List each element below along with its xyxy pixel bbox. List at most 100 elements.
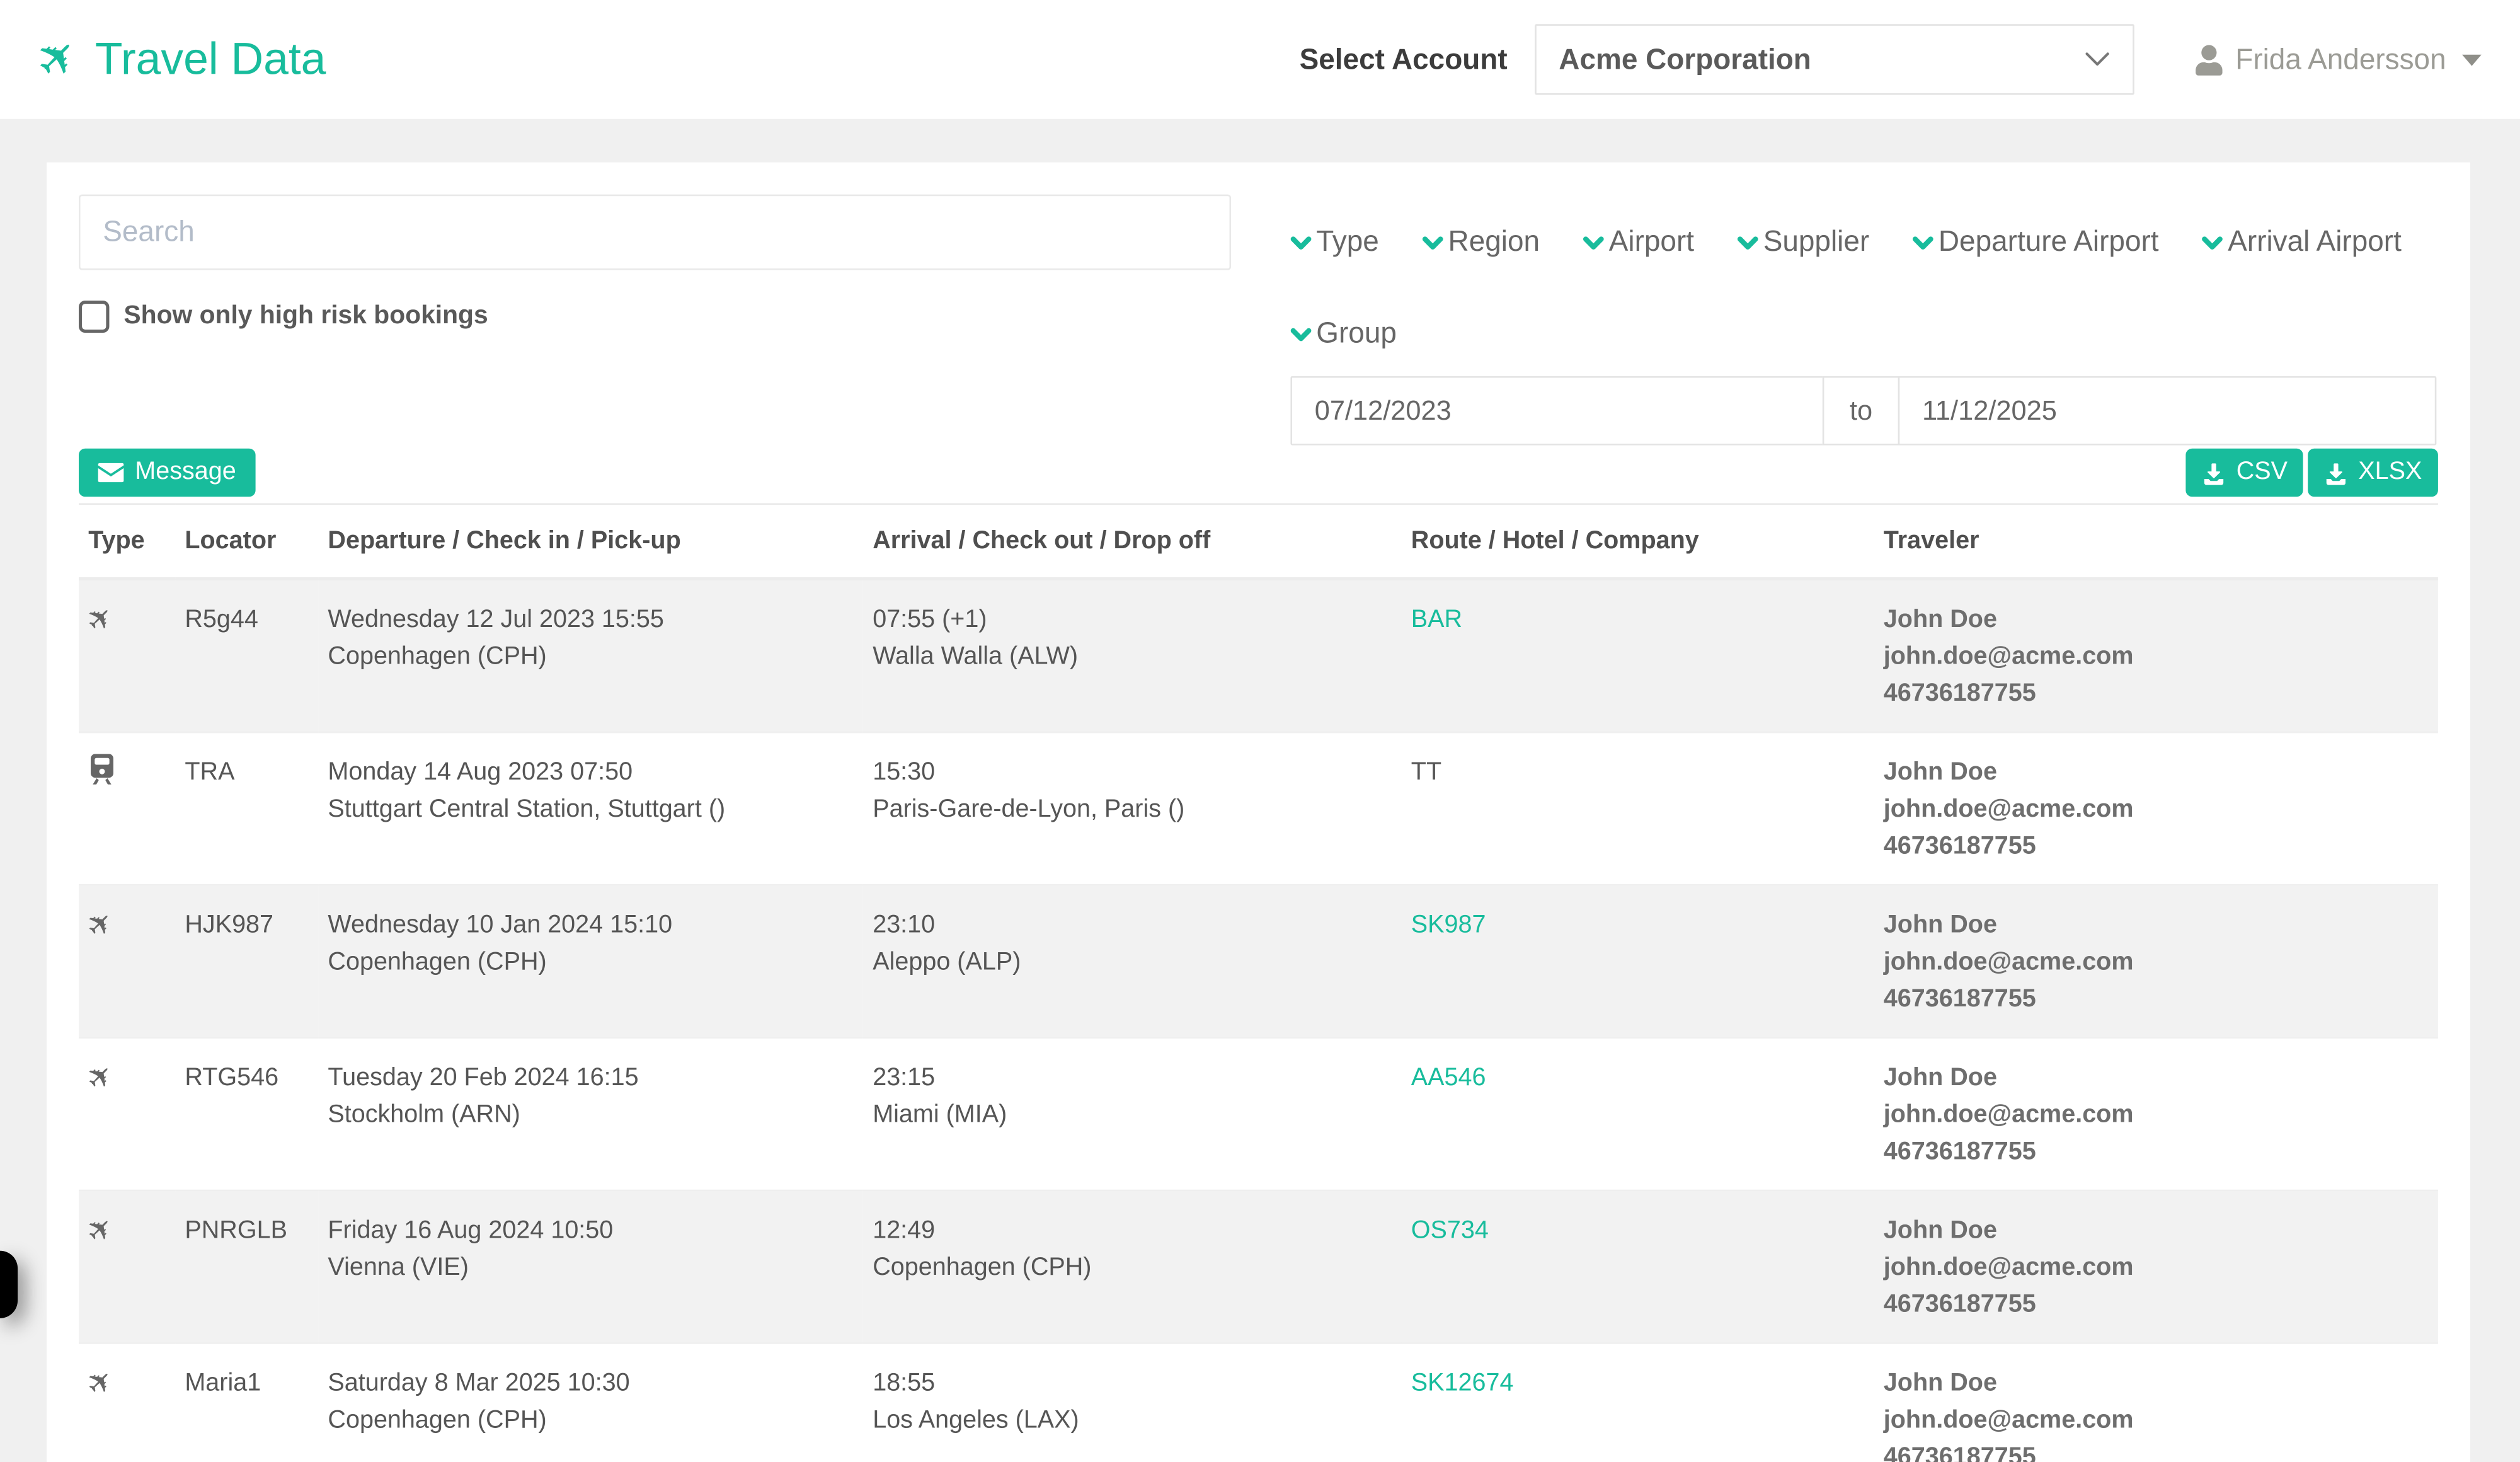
traveler-name: John Doe [1884,907,2426,944]
traveler-phone: 46736187755 [1884,981,2426,1018]
chevron-down-icon [2084,52,2110,68]
table-row: ✈HJK987Wednesday 10 Jan 2024 15:10Copenh… [79,885,2438,1037]
select-account-label: Select Account [1300,43,1508,77]
high-risk-filter[interactable]: Show only high risk bookings [79,301,1231,333]
table-row: ✈R5g44Wednesday 12 Jul 2023 15:55Copenha… [79,578,2438,732]
message-button-label: Message [135,458,236,487]
route-cell: OS734 [1401,1190,1874,1343]
column-header: Route / Hotel / Company [1401,504,1874,579]
account-select[interactable]: Acme Corporation [1535,24,2134,95]
type-cell: ✈ [79,885,175,1037]
chevron-down-icon [2202,236,2223,251]
arrival-time: 23:10 [873,907,1389,944]
departure-place: Copenhagen (CPH) [328,1402,850,1439]
filter-label: Group [1316,317,1397,351]
type-cell [79,732,175,885]
arrival-time: 18:55 [873,1365,1389,1402]
locator-cell: R5g44 [175,578,318,732]
filter-airport[interactable]: Airport [1583,225,1694,259]
date-to-input[interactable] [1898,376,2437,446]
route-link[interactable]: SK12674 [1411,1369,1514,1396]
route-link[interactable]: BAR [1411,606,1462,633]
side-overlay-tab[interactable] [0,1251,18,1318]
table-row: ✈ RTG546 Tuesday 20 Feb 2024 16:15Stockhol… [79,1038,2438,1190]
plane-icon: ✈ [81,1058,121,1098]
plane-icon: ✈ [81,1211,121,1250]
filter-label: Region [1448,225,1540,259]
route-cell: BAR [1401,578,1874,732]
locator: HJK987 [185,911,273,938]
filter-departure-airport[interactable]: Departure Airport [1913,225,2159,259]
route-text: TT [1411,759,1441,786]
route-cell: AA546 [1401,1038,1874,1190]
type-cell: ✈ [79,1343,175,1462]
date-range: to [1290,376,2437,446]
filter-supplier[interactable]: Supplier [1738,225,1869,259]
traveler-cell: John Doejohn.doe@acme.com46736187755 [1874,1038,2437,1190]
plane-icon: ✈ [81,906,121,945]
route-link[interactable]: SK987 [1411,911,1486,938]
departure-cell: Monday 14 Aug 2023 07:50Stuttgart Centra… [318,732,863,885]
high-risk-checkbox[interactable] [79,301,109,333]
high-risk-label: Show only high risk bookings [123,302,488,331]
traveler-phone: 46736187755 [1884,1133,2426,1170]
download-icon [2325,461,2349,485]
departure-place: Stockholm (ARN) [328,1096,850,1134]
brand[interactable]: ✈ Travel Data [38,34,326,86]
search-input[interactable] [79,195,1231,270]
locator-cell: HJK987 [175,885,318,1037]
filter-group[interactable]: Group [1290,317,1396,351]
traveler-phone: 46736187755 [1884,1439,2426,1462]
bookings-table: TypeLocatorDeparture / Check in / Pick-u… [79,503,2438,1462]
table-row: ✈ PNRGLBFriday 16 Aug 2024 10:50Vienna (V… [79,1190,2438,1343]
message-button[interactable]: Message [79,449,255,497]
traveler-email: john.doe@acme.com [1884,1402,2426,1439]
locator: R5g44 [185,606,258,633]
chevron-down-icon [1290,236,1311,251]
user-icon [2195,44,2222,74]
type-cell: ✈ [79,578,175,732]
route-link[interactable]: AA546 [1411,1064,1486,1091]
route-link[interactable]: OS734 [1411,1217,1489,1244]
table-header-row: TypeLocatorDeparture / Check in / Pick-u… [79,504,2438,579]
arrival-time: 07:55 (+1) [873,601,1389,638]
departure-time: Monday 14 Aug 2023 07:50 [328,754,850,791]
arrival-place: Miami (MIA) [873,1096,1389,1134]
traveler-cell: John Doejohn.doe@acme.com46736187755 [1874,1190,2437,1343]
arrival-place: Copenhagen (CPH) [873,1249,1389,1286]
traveler-cell: John Doejohn.doe@acme.com46736187755 [1874,732,2437,885]
traveler-email: john.doe@acme.com [1884,1249,2426,1286]
locator: Maria1 [185,1369,261,1396]
plane-logo-icon: ✈ [28,28,90,91]
departure-time: Tuesday 20 Feb 2024 16:15 [328,1059,850,1096]
table-row: ✈ Maria1 Saturday 8 Mar 2025 10:30Copenhag… [79,1343,2438,1462]
arrival-time: 15:30 [873,754,1389,791]
table-row: TRAMonday 14 Aug 2023 07:50Stuttgart Cen… [79,732,2438,885]
filter-arrival-airport[interactable]: Arrival Airport [2202,225,2401,259]
departure-cell: Saturday 8 Mar 2025 10:30Copenhagen (CPH… [318,1343,863,1462]
arrival-cell: 15:30Paris-Gare-de-Lyon, Paris () [863,732,1402,885]
departure-place: Vienna (VIE) [328,1249,850,1286]
brand-title: Travel Data [95,34,326,86]
route-cell: SK12674 [1401,1343,1874,1462]
arrival-time: 23:15 [873,1059,1389,1096]
departure-place: Stuttgart Central Station, Stuttgart () [328,791,850,828]
table-body: ✈R5g44Wednesday 12 Jul 2023 15:55Copenha… [79,578,2438,1462]
traveler-phone: 46736187755 [1884,828,2426,865]
export-xlsx-button[interactable]: XLSX [2308,449,2438,497]
date-from-input[interactable] [1290,376,1824,446]
export-csv-button[interactable]: CSV [2187,449,2304,497]
plane-icon: ✈ [81,1364,121,1403]
chevron-down-icon [1423,236,1443,251]
locator: RTG546 [185,1064,278,1091]
train-icon [88,754,115,784]
locator-cell: PNRGLB [175,1190,318,1343]
user-menu[interactable]: Frida Andersson [2195,43,2481,77]
export-csv-label: CSV [2236,458,2288,487]
filter-type[interactable]: Type [1290,225,1378,259]
route-cell: SK987 [1401,885,1874,1037]
envelope-icon [98,463,124,483]
departure-cell: Friday 16 Aug 2024 10:50Vienna (VIE) [318,1190,863,1343]
user-name: Frida Andersson [2235,43,2446,77]
filter-region[interactable]: Region [1423,225,1540,259]
